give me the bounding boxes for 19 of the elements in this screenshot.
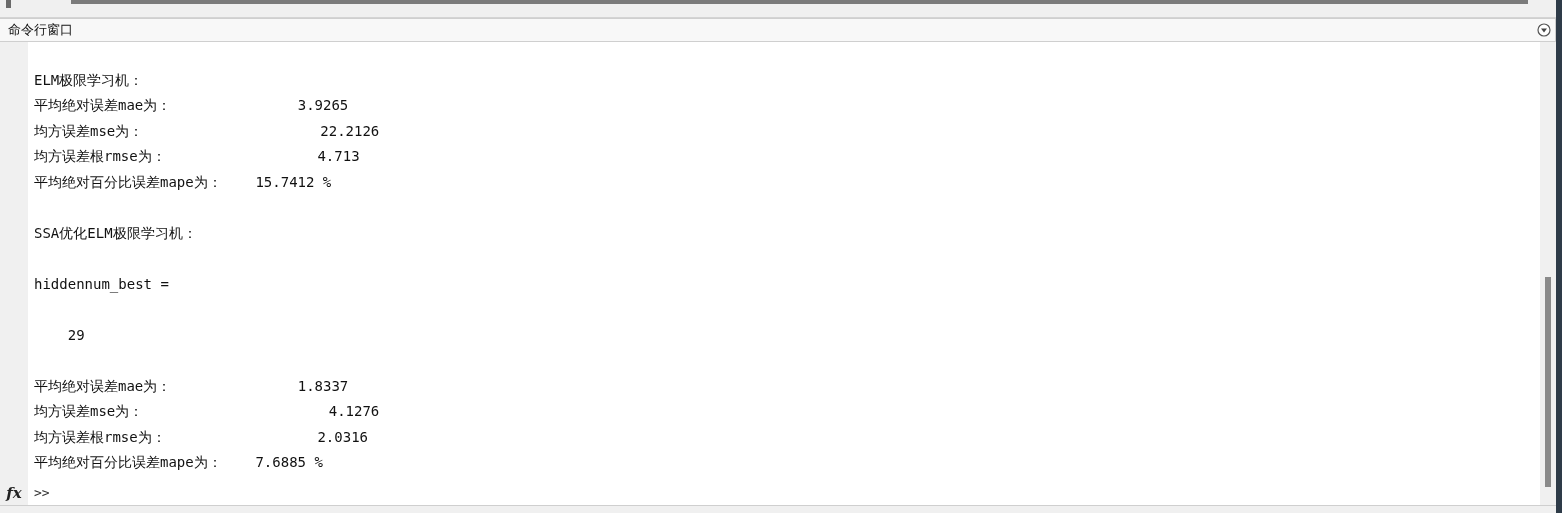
- output-line: 29: [66, 325, 85, 345]
- command-prompt[interactable]: >>: [34, 485, 50, 500]
- dropdown-icon[interactable]: [1537, 23, 1551, 37]
- output-line: hiddennum_best =: [34, 274, 169, 295]
- output-line: 平均绝对误差mae为： 1.8337: [34, 376, 349, 396]
- output-line: 均方误差根rmse为： 4.713: [34, 147, 360, 166]
- output-line: 平均绝对百分比误差mape为： 15.7412 %: [34, 172, 332, 192]
- function-icon[interactable]: fx: [6, 483, 22, 502]
- output-line: SSA优化ELM极限学习机：: [34, 223, 197, 243]
- output-line: ELM极限学习机：: [34, 70, 144, 90]
- scrollbar-thumb[interactable]: [6, 0, 11, 8]
- panel-title: 命令行窗口: [8, 21, 73, 39]
- scrollbar-thumb[interactable]: [1545, 277, 1551, 487]
- output-line: 均方误差mse为： 22.2126: [34, 121, 380, 141]
- scrollbar-thumb[interactable]: [71, 0, 1528, 4]
- output-line: 平均绝对误差mae为： 3.9265: [34, 96, 349, 115]
- output-line: 平均绝对百分比误差mape为： 7.6885 %: [34, 453, 323, 472]
- output-line: 均方误差mse为： 4.1276: [34, 402, 380, 421]
- output-line: 均方误差根rmse为： 2.0316: [34, 427, 368, 447]
